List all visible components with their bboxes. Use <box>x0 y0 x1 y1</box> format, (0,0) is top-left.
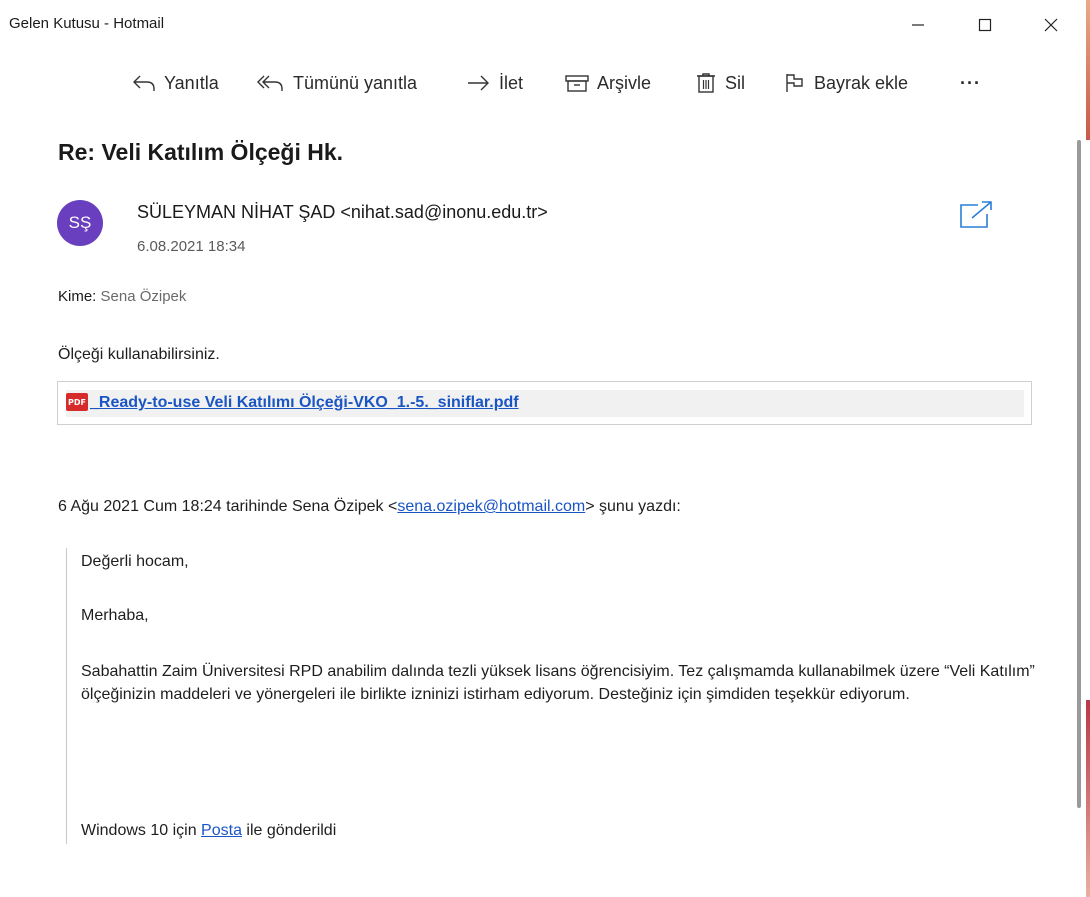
posta-link[interactable]: Posta <box>201 822 242 839</box>
reply-icon <box>133 75 155 91</box>
archive-button[interactable]: Arşivle <box>564 63 651 103</box>
flag-label: Bayrak ekle <box>814 72 909 93</box>
sender-avatar: SŞ <box>57 200 103 246</box>
message-subject: Re: Veli Katılım Ölçeği Hk. <box>58 139 344 165</box>
quote-border <box>66 548 67 844</box>
delete-button[interactable]: Sil <box>694 63 745 103</box>
open-in-new-window-button[interactable] <box>958 200 994 235</box>
background-edge-top <box>1086 0 1090 140</box>
forward-icon <box>468 75 489 91</box>
flag-button[interactable]: Bayrak ekle <box>783 63 908 103</box>
vertical-scrollbar[interactable] <box>1077 140 1081 808</box>
maximize-icon <box>978 18 992 32</box>
delete-label: Sil <box>725 72 746 93</box>
reply-label: Yanıtla <box>164 72 219 93</box>
title-bar: Gelen Kutusu - Hotmail <box>0 0 1090 50</box>
background-edge-bottom <box>1086 700 1090 897</box>
close-icon <box>1044 18 1058 32</box>
signature-prefix: Windows 10 için <box>81 822 202 839</box>
quote-signature: Windows 10 için Posta ile gönderildi <box>81 822 336 840</box>
minimize-icon <box>912 24 924 26</box>
pdf-icon: PDF <box>66 393 88 411</box>
message-toolbar: Yanıtla Tümünü yanıtla İlet Arşivle Sil … <box>0 63 1090 103</box>
forward-button[interactable]: İlet <box>466 63 523 103</box>
message-body: Ölçeği kullanabilirsiniz. <box>58 346 220 363</box>
attachment-link[interactable]: _Ready-to-use Veli Katılımı Ölçeği-VKO_1… <box>90 394 519 412</box>
quote-hello: Merhaba, <box>81 607 149 624</box>
maximize-button[interactable] <box>962 8 1008 42</box>
message-date: 6.08.2021 18:34 <box>137 238 246 255</box>
attachment-box: PDF _Ready-to-use Veli Katılımı Ölçeği-V… <box>57 381 1032 425</box>
reply-all-label: Tümünü yanıtla <box>293 72 418 93</box>
trash-icon <box>697 73 715 93</box>
close-button[interactable] <box>1028 8 1074 42</box>
to-label: Kime: <box>58 288 97 305</box>
sender-name[interactable]: SÜLEYMAN NİHAT ŞAD <nihat.sad@inonu.edu.… <box>137 202 548 223</box>
flag-icon <box>786 74 803 92</box>
quote-paragraph: Sabahattin Zaim Üniversitesi RPD anabili… <box>81 663 1035 703</box>
reply-button[interactable]: Yanıtla <box>131 63 219 103</box>
more-options-button[interactable]: ··· <box>960 63 981 103</box>
recipient-line: Kime: Sena Özipek <box>58 288 186 305</box>
archive-icon <box>565 75 589 92</box>
reply-all-button[interactable]: Tümünü yanıtla <box>256 63 417 103</box>
popout-icon <box>960 201 992 228</box>
signature-suffix: ile gönderildi <box>241 822 337 839</box>
reply-all-icon <box>257 75 283 91</box>
more-options-icon: ··· <box>960 72 981 93</box>
forward-label: İlet <box>499 72 524 93</box>
minimize-button[interactable] <box>895 8 941 42</box>
archive-label: Arşivle <box>597 72 652 93</box>
quote-header-suffix: > şunu yazdı: <box>585 498 681 515</box>
to-recipient[interactable]: Sena Özipek <box>101 288 187 305</box>
quote-greeting: Değerli hocam, <box>81 553 189 570</box>
quote-header: 6 Ağu 2021 Cum 18:24 tarihinde Sena Özip… <box>58 498 681 516</box>
attachment-item[interactable]: PDF _Ready-to-use Veli Katılımı Ölçeği-V… <box>66 390 1024 417</box>
quote-header-prefix: 6 Ağu 2021 Cum 18:24 tarihinde Sena Özip… <box>58 498 398 515</box>
quote-sender-email-link[interactable]: sena.ozipek@hotmail.com <box>397 498 585 515</box>
avatar-initials: SŞ <box>68 213 92 232</box>
window-title: Gelen Kutusu - Hotmail <box>9 15 165 32</box>
